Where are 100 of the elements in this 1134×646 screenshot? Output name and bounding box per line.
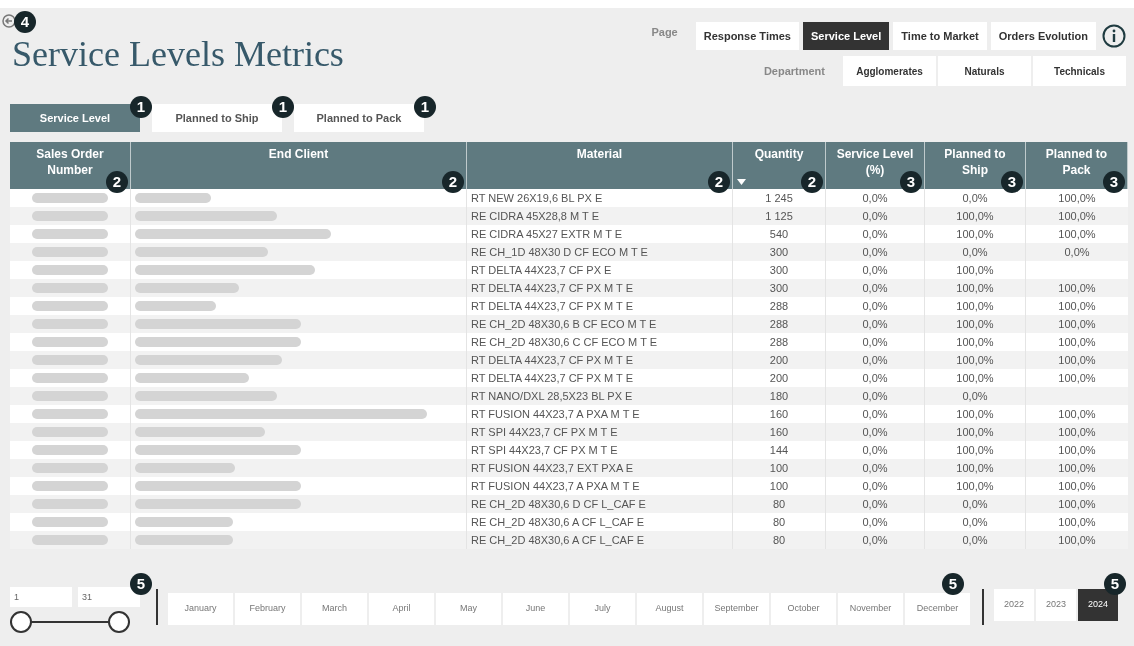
number-badge: 3 — [900, 171, 922, 193]
month-button[interactable]: November — [838, 593, 903, 625]
table-cell: 80 — [772, 498, 786, 510]
table-cell: 100,0% — [1058, 534, 1096, 546]
month-button[interactable]: August — [637, 593, 702, 625]
table-cell: 160 — [769, 426, 789, 438]
number-badge: 1 — [272, 96, 294, 118]
month-button[interactable]: May — [436, 593, 501, 625]
month-button[interactable]: October — [771, 593, 836, 625]
info-icon[interactable] — [1102, 24, 1126, 48]
month-button[interactable]: July — [570, 593, 635, 625]
month-button[interactable]: April — [369, 593, 434, 625]
page-tab[interactable]: Orders Evolution — [990, 22, 1096, 50]
table-cell: 0,0% — [862, 462, 888, 474]
table-cell: 100,0% — [956, 264, 994, 276]
month-button[interactable]: January — [168, 593, 233, 625]
table-cell: RT FUSION 44X23,7 A PXA M T E — [471, 480, 640, 492]
page-title: Service Levels Metrics — [12, 34, 344, 74]
table-cell: 0,0% — [962, 246, 988, 258]
table-cell: 100,0% — [1058, 318, 1096, 330]
year-button[interactable]: 2024 — [1078, 589, 1118, 621]
table-cell: 300 — [769, 282, 789, 294]
table-cell: 0,0% — [862, 426, 888, 438]
department-label: Department — [763, 63, 825, 79]
table-cell: RT DELTA 44X23,7 CF PX M T E — [471, 372, 633, 384]
table-cell: 180 — [769, 390, 789, 402]
page-tab[interactable]: Time to Market — [893, 22, 987, 50]
table-cell: 200 — [769, 372, 789, 384]
slider-handle[interactable] — [10, 611, 32, 633]
department-button[interactable]: Naturals — [938, 56, 1031, 86]
table-cell: 100,0% — [1058, 462, 1096, 474]
year-button[interactable]: 2022 — [994, 589, 1034, 621]
table-cell: 0,0% — [862, 408, 888, 420]
year-button[interactable]: 2023 — [1036, 589, 1076, 621]
number-badge: 5 — [130, 573, 152, 595]
table-cell: RE CH_2D 48X30,6 A CF L_CAF E — [471, 534, 645, 546]
table-cell: 0,0% — [862, 498, 888, 510]
table-cell: RT DELTA 44X23,7 CF PX M T E — [471, 282, 633, 294]
department-button[interactable]: Technicals — [1033, 56, 1126, 86]
table-cell: 0,0% — [862, 210, 888, 222]
number-badge: 3 — [1001, 171, 1023, 193]
table-cell: RE CH_2D 48X30,6 C CF ECO M T E — [471, 336, 658, 348]
table-cell: RT SPI 44X23,7 CF PX M T E — [471, 426, 618, 438]
table-cell: RE CH_2D 48X30,6 D CF L_CAF E — [471, 498, 646, 510]
month-button[interactable]: June — [503, 593, 568, 625]
sort-descending-icon[interactable] — [737, 179, 746, 185]
month-button[interactable]: September — [704, 593, 769, 625]
table-cell: RT NEW 26X19,6 BL PX E — [471, 192, 603, 204]
page-tab[interactable]: Service Level — [802, 22, 890, 50]
table-cell: 0,0% — [862, 282, 888, 294]
number-badge: 1 — [414, 96, 436, 118]
number-badge: 2 — [801, 171, 823, 193]
number-badge: 2 — [708, 171, 730, 193]
table-cell: 288 — [769, 336, 789, 348]
table-cell: 300 — [769, 264, 789, 276]
table-cell: 100,0% — [956, 354, 994, 366]
table-cell: 100,0% — [1058, 426, 1096, 438]
table-cell: 100,0% — [1058, 408, 1096, 420]
table-cell: RT DELTA 44X23,7 CF PX E — [471, 264, 612, 276]
table-cell: 1 245 — [765, 192, 793, 204]
table-cell: 0,0% — [962, 390, 988, 402]
table-cell: 0,0% — [962, 192, 988, 204]
table-cell: 100,0% — [956, 444, 994, 456]
table-cell: 100,0% — [956, 426, 994, 438]
table-cell: 100,0% — [1058, 336, 1096, 348]
table-cell: 100,0% — [956, 318, 994, 330]
month-button[interactable]: March — [302, 593, 367, 625]
table-cell: RT SPI 44X23,7 CF PX M T E — [471, 444, 618, 456]
table-cell: 100,0% — [956, 462, 994, 474]
table-cell: RE CH_2D 48X30,6 B CF ECO M T E — [471, 318, 657, 330]
table-cell: 100,0% — [1058, 300, 1096, 312]
slider-handle[interactable] — [108, 611, 130, 633]
table-cell: 200 — [769, 354, 789, 366]
table-cell: 100 — [769, 480, 789, 492]
number-badge: 2 — [106, 171, 128, 193]
day-from-field[interactable]: 1 — [10, 587, 72, 607]
month-button[interactable]: February — [235, 593, 300, 625]
table-cell: 0,0% — [1064, 246, 1090, 258]
table-cell: RT NANO/DXL 28,5X23 BL PX E — [471, 390, 633, 402]
table-cell: 100,0% — [1058, 372, 1096, 384]
back-arrow-icon[interactable] — [2, 14, 16, 28]
table-cell: 100,0% — [1058, 498, 1096, 510]
page-label: Page — [651, 25, 678, 40]
number-badge: 1 — [130, 96, 152, 118]
table-cell: 160 — [769, 408, 789, 420]
table-cell: 100,0% — [956, 372, 994, 384]
table-cell: 288 — [769, 318, 789, 330]
month-button[interactable]: December — [905, 593, 970, 625]
table-cell: 540 — [769, 228, 789, 240]
page-tab[interactable]: Response Times — [695, 22, 799, 50]
table-cell: RE CIDRA 45X27 EXTR M T E — [471, 228, 623, 240]
table-cell: 100,0% — [1058, 480, 1096, 492]
table-cell: 0,0% — [962, 534, 988, 546]
table-cell: 100,0% — [956, 228, 994, 240]
department-button[interactable]: Agglomerates — [843, 56, 936, 86]
number-badge: 4 — [14, 11, 36, 33]
table-cell: 0,0% — [862, 192, 888, 204]
table-cell: 0,0% — [862, 354, 888, 366]
table-cell: 300 — [769, 246, 789, 258]
table-cell: 100,0% — [1058, 516, 1096, 528]
